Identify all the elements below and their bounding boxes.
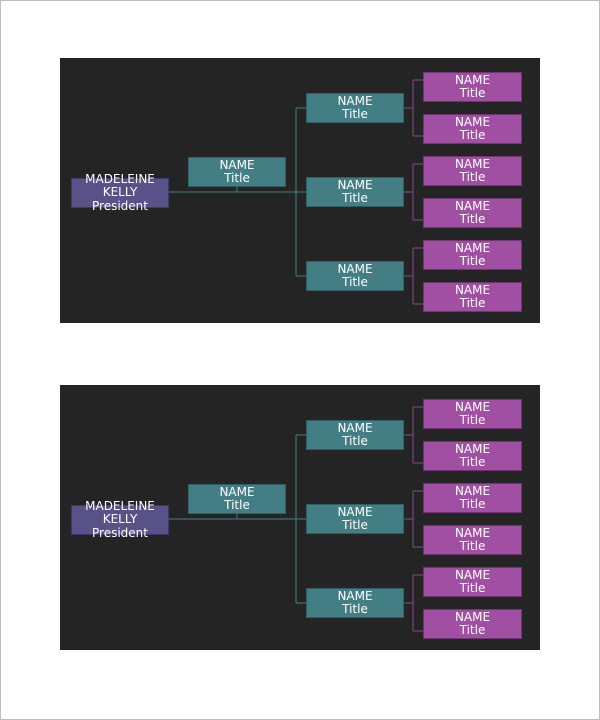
staff-title: Title bbox=[459, 623, 486, 637]
manager-box-3[interactable]: NAME Title bbox=[306, 261, 404, 291]
manager-title: Title bbox=[342, 191, 368, 205]
staff-title: Title bbox=[459, 581, 486, 595]
manager-box-1[interactable]: NAME Title bbox=[306, 420, 404, 450]
manager-name: NAME bbox=[337, 588, 373, 603]
staff-box-2-2[interactable]: NAME Title bbox=[423, 198, 522, 228]
staff-name: NAME bbox=[454, 399, 491, 414]
assistant-name: NAME bbox=[219, 157, 255, 172]
staff-title: Title bbox=[459, 254, 486, 268]
manager-box-1[interactable]: NAME Title bbox=[306, 93, 404, 123]
manager-box-2[interactable]: NAME Title bbox=[306, 504, 404, 534]
president-last-name: KELLY bbox=[102, 185, 138, 200]
manager-name: NAME bbox=[337, 93, 373, 108]
staff-box-2-1[interactable]: NAME Title bbox=[423, 156, 522, 186]
assistant-title: Title bbox=[224, 498, 250, 512]
staff-box-2-2[interactable]: NAME Title bbox=[423, 525, 522, 555]
staff-title: Title bbox=[459, 212, 486, 226]
assistant-box[interactable]: NAME Title bbox=[188, 157, 286, 187]
staff-name: NAME bbox=[454, 282, 491, 297]
manager-title: Title bbox=[342, 602, 368, 616]
staff-box-1-1[interactable]: NAME Title bbox=[423, 399, 522, 429]
president-first-name: MADELEINE bbox=[85, 498, 155, 513]
staff-name: NAME bbox=[454, 198, 491, 213]
staff-box-1-2[interactable]: NAME Title bbox=[423, 114, 522, 144]
staff-title: Title bbox=[459, 170, 486, 184]
president-last-name: KELLY bbox=[102, 512, 138, 527]
staff-name: NAME bbox=[454, 483, 491, 498]
manager-title: Title bbox=[342, 107, 368, 121]
president-first-name: MADELEINE bbox=[85, 171, 155, 186]
president-box[interactable]: MADELEINE KELLY President bbox=[71, 499, 169, 539]
manager-name: NAME bbox=[337, 261, 373, 276]
manager-box-2[interactable]: NAME Title bbox=[306, 177, 404, 207]
staff-title: Title bbox=[459, 413, 486, 427]
manager-title: Title bbox=[342, 434, 368, 448]
staff-box-1-2[interactable]: NAME Title bbox=[423, 441, 522, 471]
president-box[interactable]: MADELEINE KELLY President bbox=[71, 172, 169, 212]
manager-name: NAME bbox=[337, 420, 373, 435]
staff-name: NAME bbox=[454, 240, 491, 255]
manager-name: NAME bbox=[337, 177, 373, 192]
staff-name: NAME bbox=[454, 156, 491, 171]
staff-box-3-1[interactable]: NAME Title bbox=[423, 567, 522, 597]
org-chart-slide-1: MADELEINE KELLY President NAME Title NAM… bbox=[60, 58, 540, 323]
manager-title: Title bbox=[342, 518, 368, 532]
staff-name: NAME bbox=[454, 525, 491, 540]
assistant-box[interactable]: NAME Title bbox=[188, 484, 286, 514]
staff-title: Title bbox=[459, 497, 486, 511]
staff-name: NAME bbox=[454, 609, 491, 624]
staff-box-3-1[interactable]: NAME Title bbox=[423, 240, 522, 270]
assistant-name: NAME bbox=[219, 484, 255, 499]
staff-box-1-1[interactable]: NAME Title bbox=[423, 72, 522, 102]
president-title: President bbox=[92, 525, 148, 540]
manager-title: Title bbox=[342, 275, 368, 289]
staff-title: Title bbox=[459, 455, 486, 469]
staff-title: Title bbox=[459, 539, 486, 553]
org-chart-slide-2: MADELEINE KELLY President NAME Title NAM… bbox=[60, 385, 540, 650]
staff-title: Title bbox=[459, 128, 486, 142]
assistant-title: Title bbox=[224, 171, 250, 185]
staff-name: NAME bbox=[454, 441, 491, 456]
staff-box-3-2[interactable]: NAME Title bbox=[423, 609, 522, 639]
staff-box-3-2[interactable]: NAME Title bbox=[423, 282, 522, 312]
staff-name: NAME bbox=[454, 72, 491, 87]
manager-box-3[interactable]: NAME Title bbox=[306, 588, 404, 618]
staff-name: NAME bbox=[454, 114, 491, 129]
president-title: President bbox=[92, 198, 148, 213]
manager-name: NAME bbox=[337, 504, 373, 519]
staff-name: NAME bbox=[454, 567, 491, 582]
staff-title: Title bbox=[459, 86, 486, 100]
staff-box-2-1[interactable]: NAME Title bbox=[423, 483, 522, 513]
staff-title: Title bbox=[459, 296, 486, 310]
